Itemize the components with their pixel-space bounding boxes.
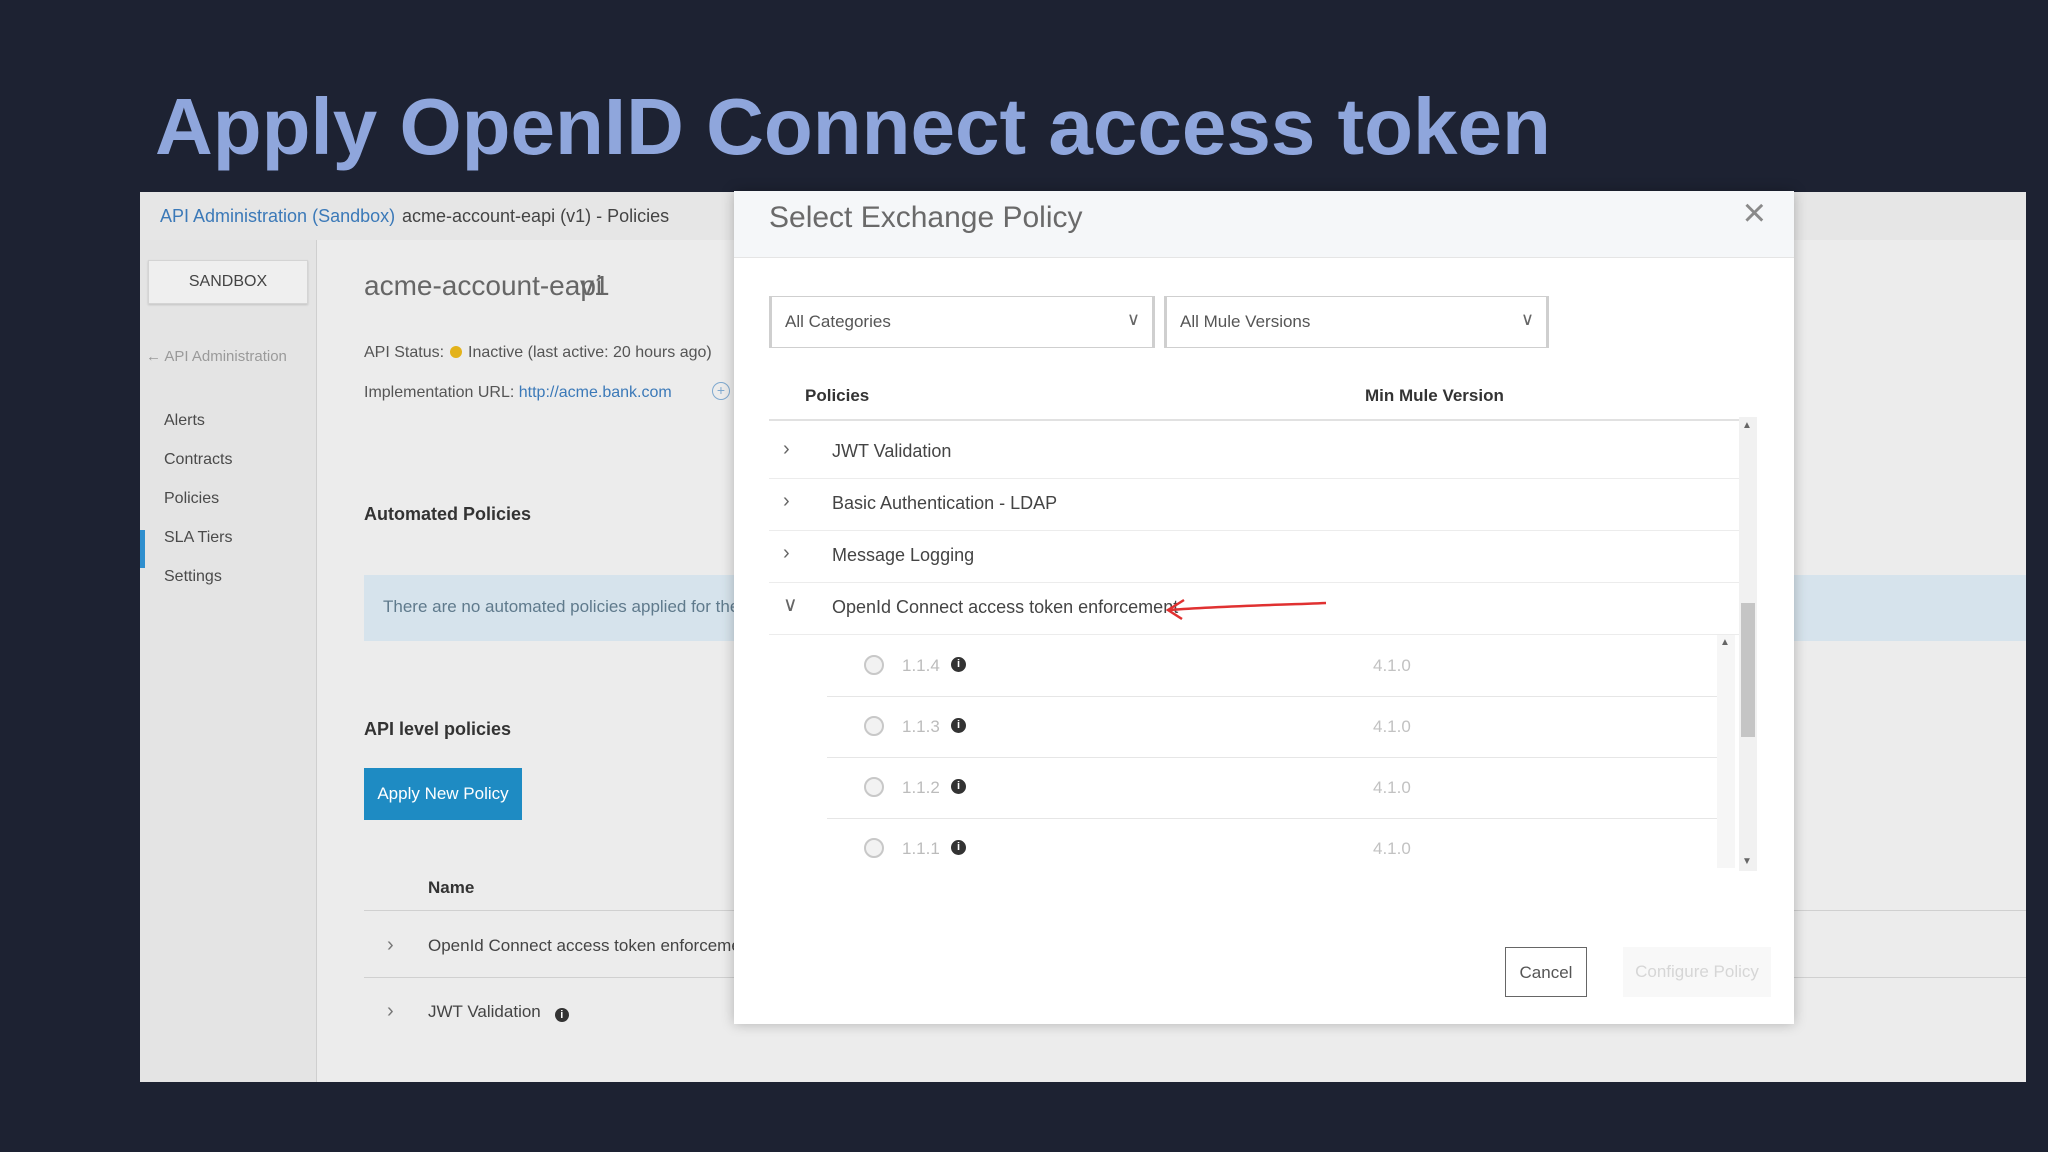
mule-version-select[interactable]: All Mule Versions ∨ [1164,296,1549,348]
info-icon[interactable]: i [951,657,966,672]
api-status-row: API Status: Inactive (last active: 20 hou… [364,344,712,362]
applied-policy-row-openid[interactable]: OpenId Connect access token enforceme [428,936,741,956]
version-row[interactable]: 1.1.2 i 4.1.0 [827,757,1717,819]
chevron-right-icon[interactable]: › [783,542,790,565]
version-row[interactable]: 1.1.1 i 4.1.0 [827,818,1717,879]
policy-label: JWT Validation [832,441,952,461]
min-mule-version-column-header: Min Mule Version [1365,386,1504,405]
scroll-up-icon[interactable]: ▲ [1742,420,1752,431]
info-icon[interactable]: i [951,779,966,794]
implementation-url-link[interactable]: http://acme.bank.com [519,384,672,401]
chevron-right-icon[interactable]: › [783,438,790,461]
mule-version-select-value: All Mule Versions [1180,312,1311,331]
chevron-down-icon: ∨ [1126,309,1140,329]
applied-policy-row-jwt[interactable]: JWT Validation i [428,1002,569,1022]
scroll-down-icon[interactable]: ▼ [1742,856,1752,867]
sidebar-item-policies[interactable]: Policies [164,490,219,508]
chevron-down-icon[interactable]: ∨ [783,592,798,617]
version-min-mule: 4.1.0 [1373,778,1411,797]
add-circle-icon[interactable]: + [712,382,730,400]
chevron-down-icon: ∨ [1520,309,1534,329]
header-divider [769,419,1757,421]
info-icon[interactable]: i [951,840,966,855]
policy-row-basic-auth-ldap[interactable]: › Basic Authentication - LDAP [769,478,1741,531]
info-icon[interactable]: i [554,1008,569,1022]
breadcrumb-api-administration[interactable]: API Administration (Sandbox) [160,206,395,227]
version-label: 1.1.1 [902,839,940,858]
version-min-mule: 4.1.0 [1373,656,1411,675]
sidebar-active-indicator [140,530,145,568]
scroll-up-icon[interactable]: ▲ [1720,637,1730,648]
category-select[interactable]: All Categories ∨ [769,296,1155,348]
sidebar-item-settings[interactable]: Settings [164,568,222,586]
category-select-value: All Categories [785,312,891,331]
implementation-url-label: Implementation URL: [364,384,515,401]
version-label: 1.1.4 [902,656,940,675]
policy-label: Message Logging [832,545,975,565]
api-status-label: API Status: [364,344,445,361]
version-radio[interactable] [864,716,884,736]
implementation-url-row: Implementation URL: http://acme.bank.com [364,384,672,402]
sidebar-item-sla-tiers[interactable]: SLA Tiers [164,529,232,547]
version-radio[interactable] [864,838,884,858]
version-label: 1.1.2 [902,778,940,797]
version-label: 1.1.3 [902,717,940,736]
slide-title: Apply OpenID Connect access token [155,82,1551,171]
sidebar: SANDBOX ← API Administration Alerts Cont… [140,240,317,1082]
version-radio[interactable] [864,777,884,797]
close-icon[interactable]: × [1743,191,1766,235]
info-icon[interactable]: i [951,718,966,733]
configure-policy-button[interactable]: Configure Policy [1623,947,1771,997]
breadcrumb-current-page: acme-account-eapi (v1) - Policies [402,206,670,226]
modal-title: Select Exchange Policy [769,201,1083,234]
chevron-right-icon[interactable]: › [783,490,790,513]
cancel-button[interactable]: Cancel [1505,947,1587,997]
policy-label: OpenId Connect access token enforcement [832,597,1179,617]
api-status-value: Inactive (last active: 20 hours ago) [468,344,712,361]
modal-header: Select Exchange Policy × [734,191,1794,258]
api-level-policies-heading: API level policies [364,719,512,739]
policy-row-message-logging[interactable]: › Message Logging [769,530,1741,583]
apply-new-policy-button[interactable]: Apply New Policy [364,768,522,820]
applied-policy-label: JWT Validation [428,1002,541,1021]
automated-policies-empty-text: There are no automated policies applied … [383,597,740,616]
api-name-heading: acme-account-eapi [364,270,603,301]
chevron-right-icon[interactable]: › [387,1000,394,1023]
policy-label: Basic Authentication - LDAP [832,493,1058,513]
status-dot-icon [450,346,463,358]
api-version-heading: v1 [580,270,610,301]
automated-policies-heading: Automated Policies [364,504,532,524]
policies-scrollbar[interactable]: ▲ ▼ [1739,417,1757,871]
chevron-right-icon[interactable]: › [387,934,394,957]
policy-row-jwt-validation[interactable]: › JWT Validation [769,426,1741,479]
version-min-mule: 4.1.0 [1373,839,1411,858]
version-min-mule: 4.1.0 [1373,717,1411,736]
version-row[interactable]: 1.1.3 i 4.1.0 [827,696,1717,758]
policies-column-header: Policies [805,386,870,405]
version-radio[interactable] [864,655,884,675]
back-to-api-administration-link[interactable]: ← API Administration [146,348,287,365]
policies-table-name-header: Name [428,878,475,897]
select-exchange-policy-modal: Select Exchange Policy × All Categories … [734,191,1794,1024]
sidebar-item-contracts[interactable]: Contracts [164,451,232,469]
versions-scrollbar[interactable]: ▲ [1717,635,1735,868]
version-row[interactable]: 1.1.4 i 4.1.0 [827,635,1717,697]
scrollbar-thumb[interactable] [1741,603,1755,737]
sidebar-item-alerts[interactable]: Alerts [164,412,205,430]
red-arrow-annotation [1165,598,1327,621]
environment-button[interactable]: SANDBOX [148,260,308,304]
